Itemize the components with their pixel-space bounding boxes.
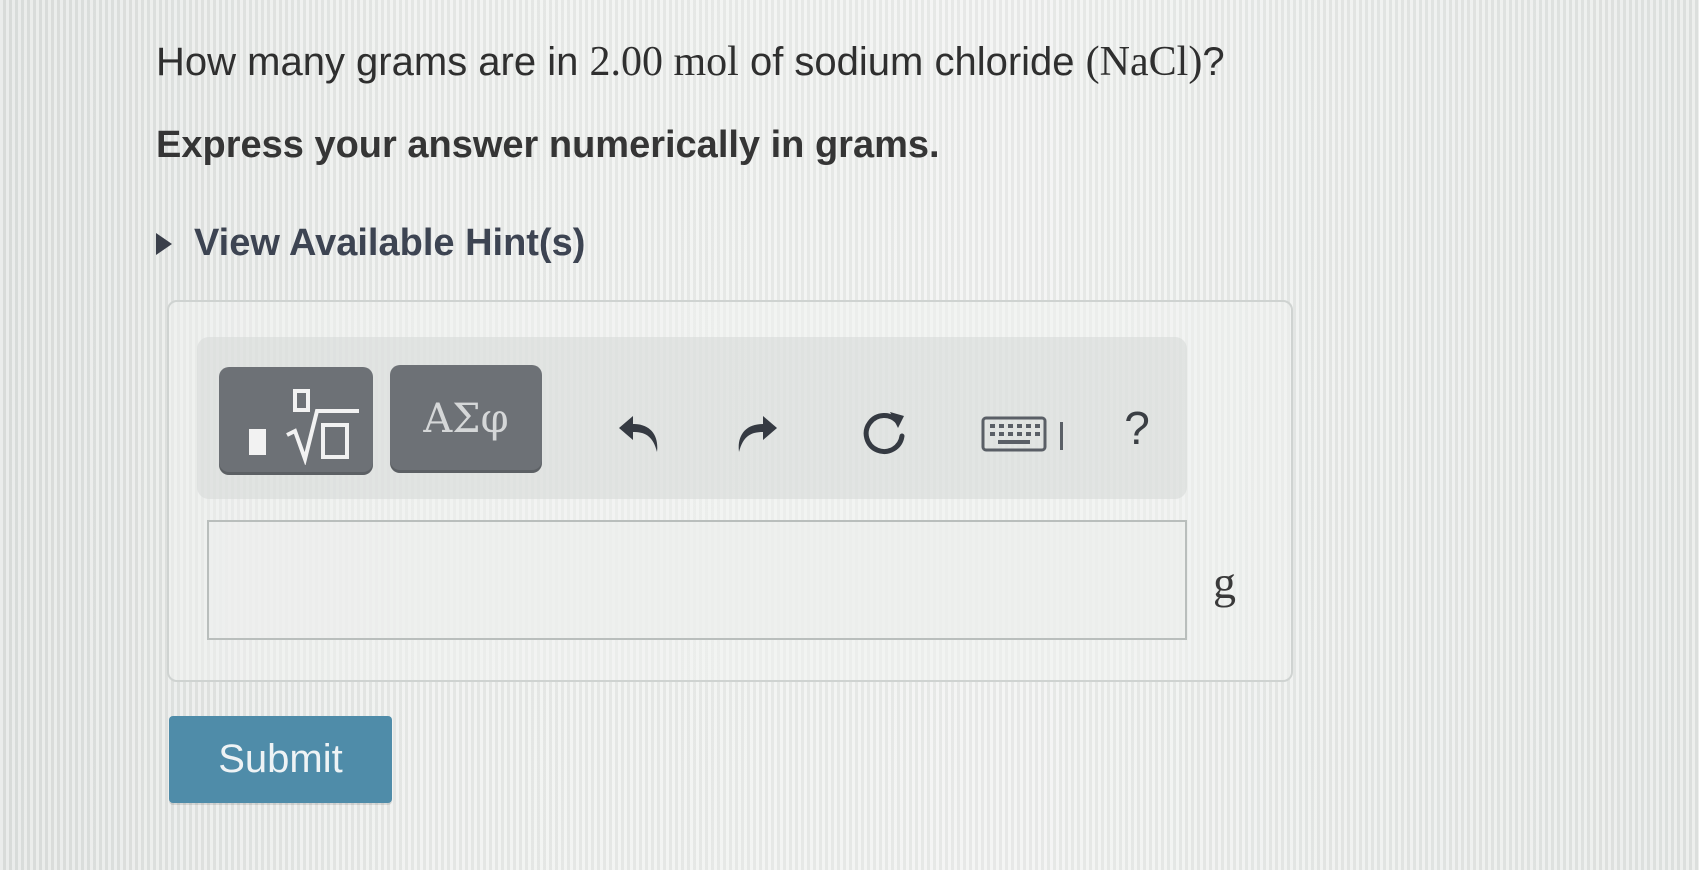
question-text-after: ? xyxy=(1202,40,1225,84)
reset-icon xyxy=(863,412,905,454)
keyboard-button[interactable] xyxy=(980,407,1072,461)
help-button[interactable]: ? xyxy=(1110,401,1164,455)
unit-label: g xyxy=(1213,557,1236,608)
formula-math: (NaCl) xyxy=(1085,39,1203,85)
templates-button[interactable] xyxy=(219,367,373,475)
reset-button[interactable] xyxy=(857,407,911,461)
math-toolbar: ΑΣφ ? xyxy=(197,337,1187,499)
greek-symbols-button[interactable]: ΑΣφ xyxy=(390,365,542,473)
question-text: How many grams are in 2.00 mol of sodium… xyxy=(156,38,1225,86)
answer-input[interactable] xyxy=(207,520,1187,640)
nth-root-icon xyxy=(286,389,359,465)
redo-icon xyxy=(738,416,777,452)
quantity-math: 2.00 mol xyxy=(589,39,739,85)
templates-icon xyxy=(249,429,266,455)
redo-button[interactable] xyxy=(730,407,784,461)
undo-icon xyxy=(619,416,658,452)
question-text-before: How many grams are in xyxy=(156,40,590,84)
view-hints-label: View Available Hint(s) xyxy=(194,222,586,264)
answer-instruction: Express your answer numerically in grams… xyxy=(156,124,940,166)
undo-button[interactable] xyxy=(612,407,666,461)
help-icon: ? xyxy=(1124,402,1150,454)
submit-button[interactable]: Submit xyxy=(169,716,392,803)
disclosure-triangle-icon xyxy=(156,232,172,255)
view-hints-toggle[interactable]: View Available Hint(s) xyxy=(156,222,585,265)
question-text-middle: of sodium chloride xyxy=(738,40,1086,84)
keyboard-icon xyxy=(981,416,1063,452)
